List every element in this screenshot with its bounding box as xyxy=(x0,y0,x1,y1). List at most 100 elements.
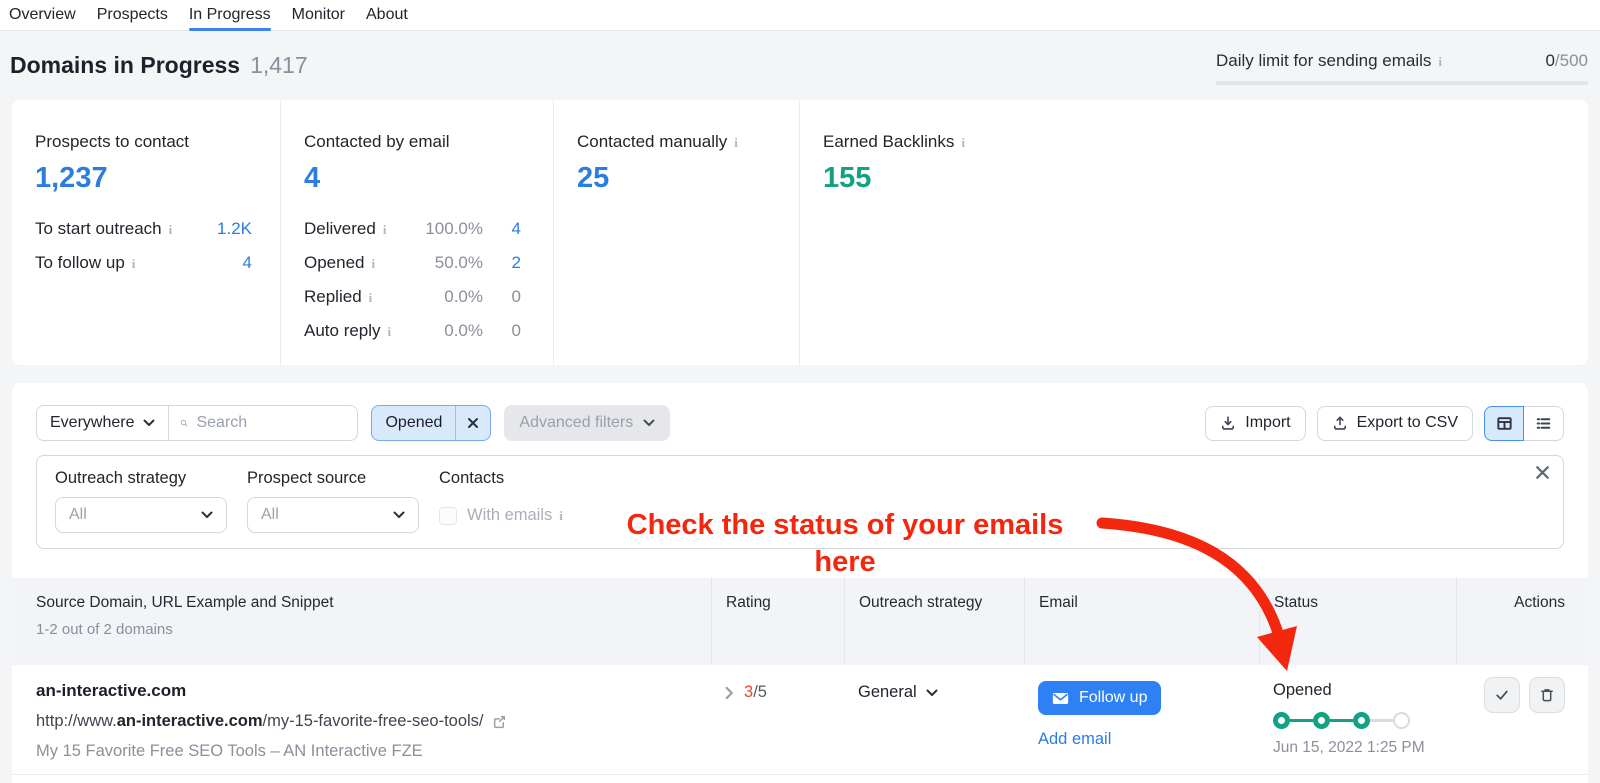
envelope-icon xyxy=(1052,692,1069,704)
filter-chip-close[interactable] xyxy=(455,406,490,440)
contacted-manually-value: 25 xyxy=(577,162,610,194)
toolbar: Everywhere Opened Advanced filters xyxy=(36,405,1564,441)
view-toggle xyxy=(1484,405,1564,441)
outreach-strategy-label: Outreach strategy xyxy=(55,469,187,487)
daily-limit-used: 0 xyxy=(1545,51,1555,70)
info-icon[interactable]: i xyxy=(369,291,373,304)
tab-about-label: About xyxy=(366,6,408,23)
replied-count: 0 xyxy=(511,287,521,306)
add-email-link[interactable]: Add email xyxy=(1038,730,1111,749)
info-icon[interactable]: i xyxy=(132,257,136,270)
to-start-outreach-value[interactable]: 1.2K xyxy=(217,219,252,239)
table-view-button[interactable] xyxy=(1484,405,1524,441)
contacted-by-email-value: 4 xyxy=(304,162,321,194)
opened-count[interactable]: 2 xyxy=(495,253,521,273)
source-domain[interactable]: an-interactive.com xyxy=(36,681,711,701)
auto-reply-row: Auto reply i 0.0% 0 xyxy=(304,321,521,341)
stat-label: Contacted by email xyxy=(304,132,450,151)
close-icon xyxy=(1536,466,1549,479)
col-actions-label: Actions xyxy=(1514,594,1565,611)
info-icon[interactable]: i xyxy=(559,509,563,522)
list-view-icon xyxy=(1536,417,1551,429)
chevron-down-icon xyxy=(393,511,405,518)
with-emails-label: With emails xyxy=(467,506,553,524)
tab-overview[interactable]: Overview xyxy=(9,0,76,30)
delivered-count[interactable]: 4 xyxy=(495,219,521,239)
auto-reply-count: 0 xyxy=(511,321,521,340)
delete-button[interactable] xyxy=(1529,677,1565,713)
row-label: Delivered xyxy=(304,219,376,238)
col-status: Status xyxy=(1259,578,1456,665)
stat-label: Prospects to contact xyxy=(35,132,190,151)
tab-about[interactable]: About xyxy=(366,0,408,30)
export-label: Export to CSV xyxy=(1356,414,1458,431)
timeline-connector xyxy=(1370,719,1393,722)
prospect-source-select[interactable]: All xyxy=(247,497,419,533)
tab-monitor[interactable]: Monitor xyxy=(292,0,345,30)
delivered-percent: 100.0% xyxy=(425,219,483,238)
export-to-csv-button[interactable]: Export to CSV xyxy=(1316,405,1473,441)
info-icon[interactable]: i xyxy=(1438,55,1442,68)
chevron-down-icon xyxy=(143,419,155,426)
info-icon[interactable]: i xyxy=(388,325,392,338)
opened-row: Opened i 50.0% 2 xyxy=(304,253,521,273)
chevron-right-icon[interactable] xyxy=(725,686,734,700)
filter-panel-close[interactable] xyxy=(1535,465,1550,485)
filter-chip-opened: Opened xyxy=(371,405,492,441)
prospect-source-value: All xyxy=(261,506,279,523)
tab-in-progress[interactable]: In Progress xyxy=(188,0,271,31)
advanced-filters-button[interactable]: Advanced filters xyxy=(504,405,671,441)
stat-contacted-by-email: Contacted by email 4 Delivered i 100.0% … xyxy=(280,100,553,365)
daily-limit-label: Daily limit for sending emails xyxy=(1216,51,1432,70)
table-header: Source Domain, URL Example and Snippet 1… xyxy=(12,578,1588,665)
earned-backlinks-value: 155 xyxy=(823,162,872,194)
mark-done-button[interactable] xyxy=(1484,677,1520,713)
table-row: an-interactive.com http://www.an-interac… xyxy=(12,665,1588,775)
page-header: Domains in Progress 1,417 xyxy=(10,52,308,79)
to-follow-up-value[interactable]: 4 xyxy=(226,253,252,273)
list-view-button[interactable] xyxy=(1524,405,1564,441)
timeline-step-done xyxy=(1313,712,1330,729)
outreach-strategy-cell[interactable]: General xyxy=(844,665,1024,774)
follow-up-button[interactable]: Follow up xyxy=(1038,681,1162,715)
daily-limit-widget: Daily limit for sending emails i 0 /500 xyxy=(1216,51,1588,85)
status-timeline xyxy=(1273,712,1456,729)
row-label: Auto reply xyxy=(304,321,381,340)
row-label: To follow up xyxy=(35,253,125,272)
replied-percent: 0.0% xyxy=(444,287,483,306)
external-link-icon[interactable] xyxy=(492,714,507,729)
outreach-strategy-select[interactable]: All xyxy=(55,497,227,533)
table-view-icon xyxy=(1496,416,1512,430)
search-input[interactable] xyxy=(196,414,347,432)
info-icon[interactable]: i xyxy=(383,223,387,236)
url-text[interactable]: http://www.an-interactive.com/my-15-favo… xyxy=(36,712,484,731)
tab-prospects[interactable]: Prospects xyxy=(97,0,168,30)
info-icon[interactable]: i xyxy=(169,223,173,236)
scope-dropdown[interactable]: Everywhere xyxy=(37,406,170,440)
close-icon xyxy=(468,418,479,428)
daily-limit-total: /500 xyxy=(1554,51,1588,70)
row-label: Opened xyxy=(304,253,365,272)
info-icon[interactable]: i xyxy=(734,136,738,149)
chevron-down-icon xyxy=(643,419,655,426)
outreach-strategy-value: All xyxy=(69,506,87,523)
stat-label: Earned Backlinks xyxy=(823,132,955,151)
scope-value: Everywhere xyxy=(50,414,135,431)
prospects-to-contact-value: 1,237 xyxy=(35,162,108,194)
to-start-outreach-row: To start outreach i 1.2K xyxy=(35,219,252,239)
to-follow-up-row: To follow up i 4 xyxy=(35,253,252,273)
filter-chip-label[interactable]: Opened xyxy=(372,406,455,440)
domains-table: Source Domain, URL Example and Snippet 1… xyxy=(12,578,1588,775)
tab-overview-label: Overview xyxy=(9,6,76,23)
url-prefix: http://www. xyxy=(36,712,117,730)
timeline-step-done xyxy=(1353,712,1370,729)
daily-limit-progress-bar xyxy=(1216,81,1588,85)
with-emails-checkbox[interactable] xyxy=(439,506,457,525)
import-button[interactable]: Import xyxy=(1205,405,1306,441)
timeline-connector xyxy=(1330,719,1353,722)
import-download-icon xyxy=(1222,416,1235,430)
status-date: Jun 15, 2022 1:25 PM xyxy=(1273,739,1425,756)
info-icon[interactable]: i xyxy=(961,136,965,149)
info-icon[interactable]: i xyxy=(372,257,376,270)
col-source-label: Source Domain, URL Example and Snippet xyxy=(36,594,334,611)
